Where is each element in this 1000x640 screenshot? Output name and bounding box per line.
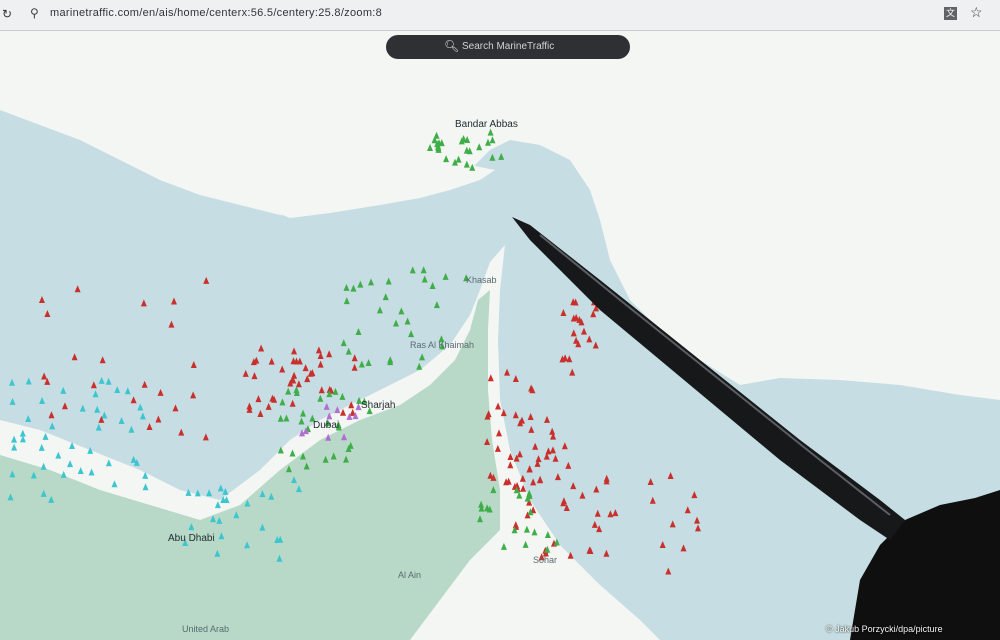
map-label-bandar-abbas[interactable]: Bandar Abbas [455, 119, 518, 130]
browser-toolbar: ↻ ⚲ marinetraffic.com/en/ais/home/center… [0, 0, 1000, 31]
map-label-dubai[interactable]: Dubai [313, 420, 339, 431]
map-label-khasab[interactable]: Khasab [466, 275, 497, 285]
photo-credit: © Jakub Porzycki/dpa/picture [826, 624, 943, 634]
map-label-ras-al-khaimah[interactable]: Ras Al Khaimah [410, 340, 474, 350]
map-label-sharjah[interactable]: Sharjah [361, 400, 395, 411]
address-bar[interactable]: marinetraffic.com/en/ais/home/centerx:56… [50, 7, 382, 19]
map-label-sohar[interactable]: Sohar [533, 555, 557, 565]
map-label-uae[interactable]: United Arab [182, 624, 229, 634]
map-label-abu-dhabi[interactable]: Abu Dhabi [168, 533, 215, 544]
star-icon[interactable]: ☆ [970, 4, 983, 21]
search-input[interactable]: Search MarineTraffic [462, 41, 554, 52]
search-bar[interactable]: 🔍︎ Search MarineTraffic [386, 35, 630, 59]
map-label-al-ain[interactable]: Al Ain [398, 570, 421, 580]
site-info-icon[interactable]: ⚲ [30, 6, 39, 20]
search-icon: 🔍︎ [444, 39, 460, 53]
reload-icon[interactable]: ↻ [2, 7, 12, 21]
translate-icon[interactable]: 文 [944, 7, 957, 20]
